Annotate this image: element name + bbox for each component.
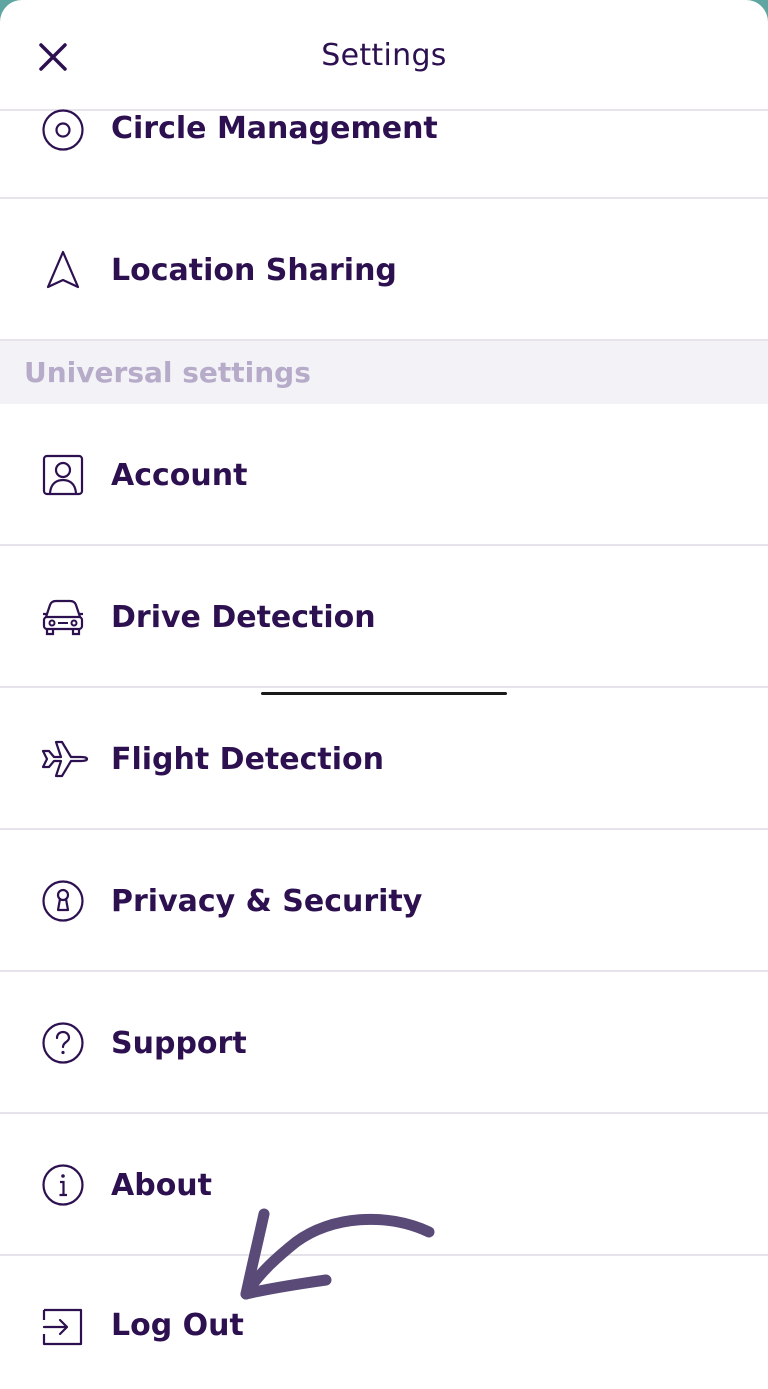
airplane-icon — [40, 736, 90, 782]
row-privacy-security[interactable]: Privacy & Security — [0, 830, 768, 972]
car-icon — [40, 594, 86, 640]
target-circle-icon — [40, 107, 86, 153]
row-flight-detection[interactable]: Flight Detection — [0, 688, 768, 830]
row-label-log-out: Log Out — [111, 1308, 244, 1343]
person-card-icon — [40, 452, 86, 498]
row-label-support: Support — [111, 1026, 247, 1061]
row-label-account: Account — [111, 458, 248, 493]
row-label-drive-detection: Drive Detection — [111, 600, 376, 635]
section-label: Universal settings — [24, 356, 311, 389]
info-icon — [40, 1162, 86, 1208]
row-support[interactable]: Support — [0, 972, 768, 1114]
row-label-flight-detection: Flight Detection — [111, 742, 384, 777]
question-icon — [40, 1020, 86, 1066]
settings-sheet: Settings Circle Management Location Shar… — [0, 0, 768, 1389]
row-label-circle-management: Circle Management — [111, 111, 438, 146]
logout-icon — [40, 1304, 86, 1350]
section-header-universal: Universal settings — [0, 341, 768, 404]
row-location-sharing[interactable]: Location Sharing — [0, 199, 768, 341]
keyhole-icon — [40, 878, 86, 924]
header-bar: Settings — [0, 0, 768, 111]
row-label-about: About — [111, 1168, 213, 1203]
row-account[interactable]: Account — [0, 404, 768, 546]
row-circle-management[interactable]: Circle Management — [0, 109, 768, 199]
row-label-privacy-security: Privacy & Security — [111, 884, 423, 919]
annotation-arrow-icon — [240, 1208, 435, 1300]
row-label-location-sharing: Location Sharing — [111, 253, 397, 288]
home-indicator — [261, 692, 507, 695]
row-drive-detection[interactable]: Drive Detection — [0, 546, 768, 688]
page-title: Settings — [321, 38, 447, 73]
navigation-arrow-icon — [40, 247, 86, 293]
